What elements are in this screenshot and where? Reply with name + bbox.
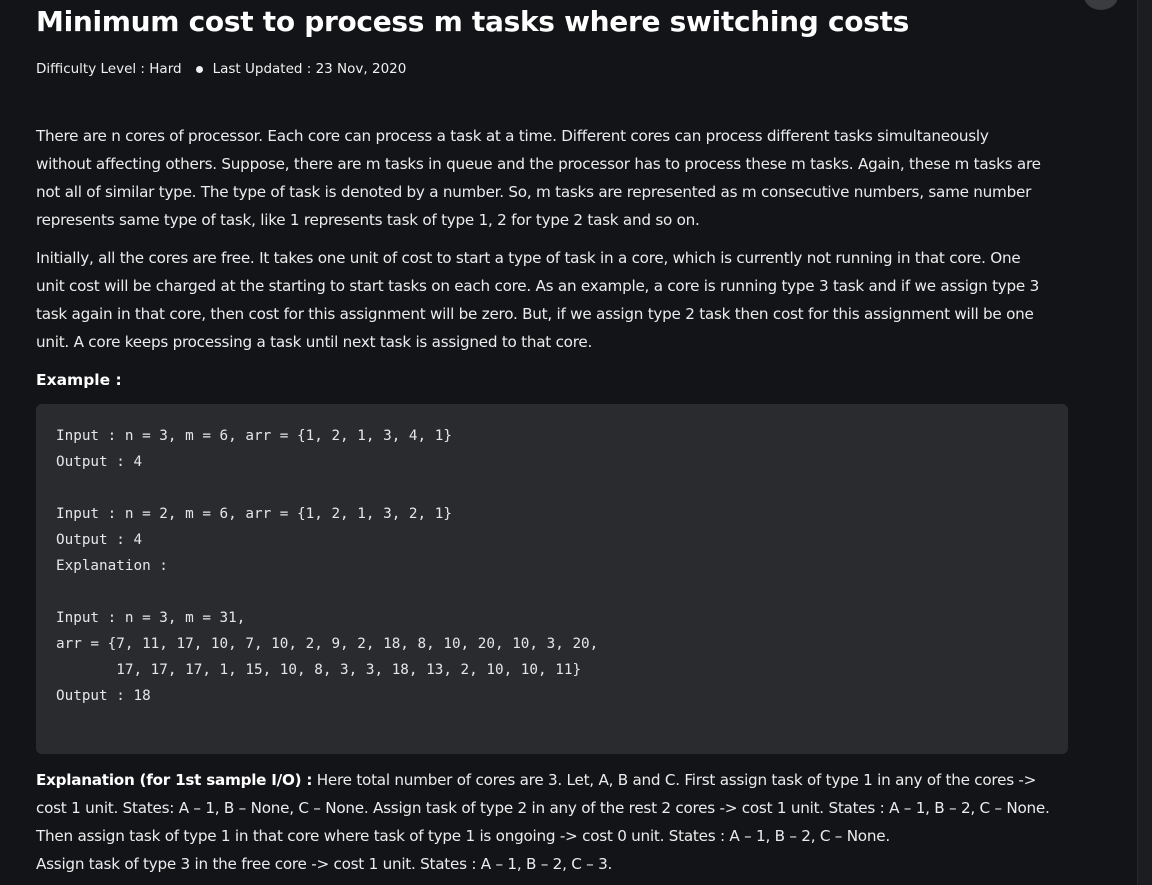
explanation-line: cost 1 unit. States: A – 1, B – None, C … bbox=[36, 799, 1050, 817]
cost-line: Initially, all the cores are free. It ta… bbox=[36, 249, 1021, 267]
code-line: Input : n = 3, m = 6, arr = {1, 2, 1, 3,… bbox=[56, 428, 452, 444]
meta-separator-dot bbox=[195, 65, 203, 73]
floating-action-button[interactable] bbox=[1084, 0, 1118, 10]
code-line: Explanation : bbox=[56, 558, 168, 574]
code-line: arr = {7, 11, 17, 10, 7, 10, 2, 9, 2, 18… bbox=[56, 636, 599, 652]
explanation-paragraph: Explanation (for 1st sample I/O) : Here … bbox=[36, 766, 1076, 878]
intro-line: without affecting others. Suppose, there… bbox=[36, 155, 1041, 173]
cost-line: unit. A core keeps processing a task unt… bbox=[36, 333, 593, 351]
example-heading: Example : bbox=[36, 371, 122, 389]
intro-line: There are n cores of processor. Each cor… bbox=[36, 127, 989, 145]
cost-paragraph: Initially, all the cores are free. It ta… bbox=[36, 244, 1076, 356]
intro-line: not all of similar type. The type of tas… bbox=[36, 183, 1032, 201]
scrollbar[interactable] bbox=[1138, 0, 1152, 885]
intro-paragraph: There are n cores of processor. Each cor… bbox=[36, 122, 1076, 234]
explanation-line: Assign task of type 3 in the free core -… bbox=[36, 855, 613, 873]
code-line: 17, 17, 17, 1, 15, 10, 8, 3, 3, 18, 13, … bbox=[56, 662, 582, 678]
last-updated: Last Updated : 23 Nov, 2020 bbox=[212, 61, 407, 77]
explanation-line: Explanation (for 1st sample I/O) : Here … bbox=[36, 766, 1076, 794]
code-line: Input : n = 3, m = 31, bbox=[56, 610, 246, 626]
explanation-lead: Explanation (for 1st sample I/O) : bbox=[36, 771, 313, 789]
code-line: Output : 4 bbox=[56, 532, 143, 548]
article-meta: Difficulty Level : Hard Last Updated : 2… bbox=[36, 61, 406, 77]
explanation-line: Then assign task of type 1 in that core … bbox=[36, 827, 890, 845]
cost-line: task again in that core, then cost for t… bbox=[36, 305, 1034, 323]
code-line: Input : n = 2, m = 6, arr = {1, 2, 1, 3,… bbox=[56, 506, 452, 522]
difficulty-level: Difficulty Level : Hard bbox=[36, 61, 182, 77]
explanation-text: Here total number of cores are 3. Let, A… bbox=[312, 771, 1037, 789]
code-line: Output : 18 bbox=[56, 688, 151, 704]
cost-line: unit cost will be charged at the startin… bbox=[36, 277, 1039, 295]
article-title: Minimum cost to process m tasks where sw… bbox=[36, 5, 910, 38]
code-line: Output : 4 bbox=[56, 454, 143, 470]
code-content: Input : n = 3, m = 6, arr = {1, 2, 1, 3,… bbox=[56, 423, 598, 709]
code-block[interactable]: Input : n = 3, m = 6, arr = {1, 2, 1, 3,… bbox=[36, 404, 1068, 754]
article-page: Minimum cost to process m tasks where sw… bbox=[0, 0, 1152, 885]
intro-line: represents same type of task, like 1 rep… bbox=[36, 211, 700, 229]
